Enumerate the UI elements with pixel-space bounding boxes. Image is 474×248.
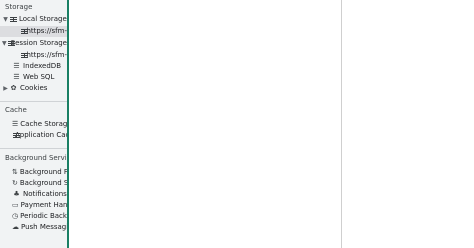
storage-section-title: Storage — [5, 3, 33, 11]
tree-item-notifications[interactable]: ♣ Notifications — [12, 189, 67, 200]
table-grid-icon — [7, 40, 15, 47]
tree-item-label: Push Messaging — [21, 223, 67, 231]
tree-item-label: Application Cache — [15, 131, 67, 139]
section-divider — [0, 148, 67, 149]
tree-item-label: Local Storage — [19, 15, 67, 23]
application-sidebar: Storage ▼ Local Storage https://sfm- ▼ S… — [0, 0, 67, 248]
tree-item-cache-storage[interactable]: ☰ Cache Storage — [12, 119, 67, 130]
tree-item-label: Session Storage — [10, 39, 67, 47]
expand-triangle-icon[interactable]: ▼ — [2, 38, 7, 49]
tree-item-label: Payment Handler — [20, 201, 67, 209]
database-icon: ☰ — [13, 73, 20, 81]
tree-item-application-cache[interactable]: Application Cache — [12, 130, 67, 141]
tree-item-background-sync[interactable]: ↻ Background Sync — [12, 178, 67, 189]
table-grid-icon — [10, 16, 17, 23]
tree-item-session-storage[interactable]: ▼ Session Storage — [2, 38, 67, 49]
cache-section-title: Cache — [5, 106, 27, 114]
card-icon: ▭ — [12, 201, 19, 209]
tree-item-label: https://sfm- — [26, 27, 67, 35]
cloud-icon: ☁ — [12, 223, 19, 231]
tree-item-label: https://sfm- — [26, 51, 67, 59]
tree-item-label: Background Sync — [19, 179, 67, 187]
tree-item-label: Cache Storage — [20, 120, 67, 128]
tree-item-websql[interactable]: ☰ Web SQL — [12, 72, 67, 83]
database-icon: ☰ — [12, 120, 19, 128]
expand-triangle-icon[interactable]: ▼ — [2, 14, 9, 25]
section-divider — [0, 101, 67, 102]
collapse-triangle-icon[interactable]: ▶ — [2, 83, 9, 94]
clock-icon: ◷ — [12, 212, 19, 220]
tree-item-periodic-background-sync[interactable]: ◷ Periodic Background Sync — [12, 211, 67, 222]
tree-item-indexeddb[interactable]: ☰ IndexedDB — [12, 61, 67, 72]
sync-icon: ↻ — [12, 179, 18, 187]
bell-icon: ♣ — [13, 190, 20, 198]
tree-item-label: IndexedDB — [23, 62, 61, 70]
tree-item-label: Notifications — [23, 190, 67, 198]
tree-item-local-storage[interactable]: ▼ Local Storage — [2, 14, 67, 25]
tree-item-label: Periodic Background Sync — [20, 212, 67, 220]
tree-item-payment-handler[interactable]: ▭ Payment Handler — [12, 200, 67, 211]
tree-item-push-messaging[interactable]: ☁ Push Messaging — [12, 222, 67, 233]
tree-item-label: Background Fetch — [19, 168, 67, 176]
tree-item-cookies[interactable]: ▶ ✿ Cookies — [2, 83, 67, 94]
tree-item-background-fetch[interactable]: ⇅ Background Fetch — [12, 167, 67, 178]
devtools-application-panel: Storage ▼ Local Storage https://sfm- ▼ S… — [0, 0, 474, 248]
background-services-section-title: Background Services — [5, 154, 67, 162]
database-icon: ☰ — [13, 62, 20, 70]
main-content-pane — [69, 0, 341, 248]
tree-item-session-storage-origin[interactable]: https://sfm- — [20, 50, 67, 61]
arrows-updown-icon: ⇅ — [12, 168, 18, 176]
tree-item-label: Cookies — [20, 84, 48, 92]
secondary-pane — [342, 0, 474, 248]
table-grid-icon — [21, 28, 28, 35]
tree-item-local-storage-origin[interactable]: https://sfm- — [0, 26, 67, 37]
tree-item-label: Web SQL — [23, 73, 55, 81]
cookie-icon: ✿ — [10, 84, 17, 92]
table-grid-icon — [21, 52, 28, 59]
